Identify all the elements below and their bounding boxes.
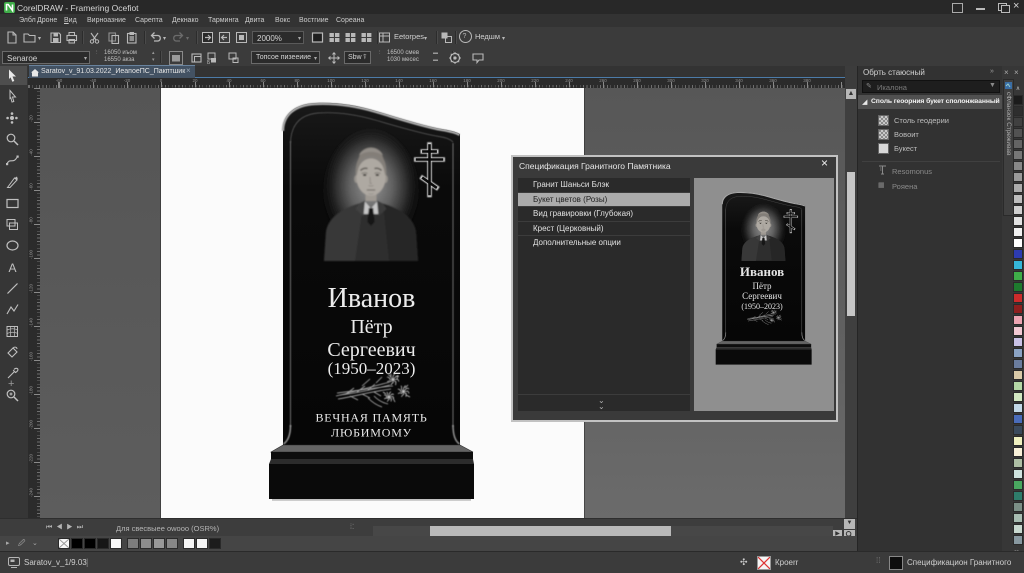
svg-text:(1950–2023): (1950–2023) <box>741 302 783 311</box>
svg-text:Сергеевич: Сергеевич <box>327 339 415 361</box>
svg-text:ЛЮБИМОМУ: ЛЮБИМОМУ <box>331 426 412 440</box>
svg-text:Иванов: Иванов <box>328 283 416 314</box>
svg-text:Сергеевич: Сергеевич <box>742 291 782 301</box>
svg-text:Б: Б <box>207 60 211 65</box>
svg-text:ВЕЧНАЯ ПАМЯТЬ: ВЕЧНАЯ ПАМЯТЬ <box>315 411 427 425</box>
svg-text:Пётр: Пётр <box>752 281 772 291</box>
svg-text:Иванов: Иванов <box>740 264 784 279</box>
svg-text:Пётр: Пётр <box>350 316 392 338</box>
svg-text:(1950–2023): (1950–2023) <box>328 359 416 378</box>
svg-text:A: A <box>9 261 17 275</box>
